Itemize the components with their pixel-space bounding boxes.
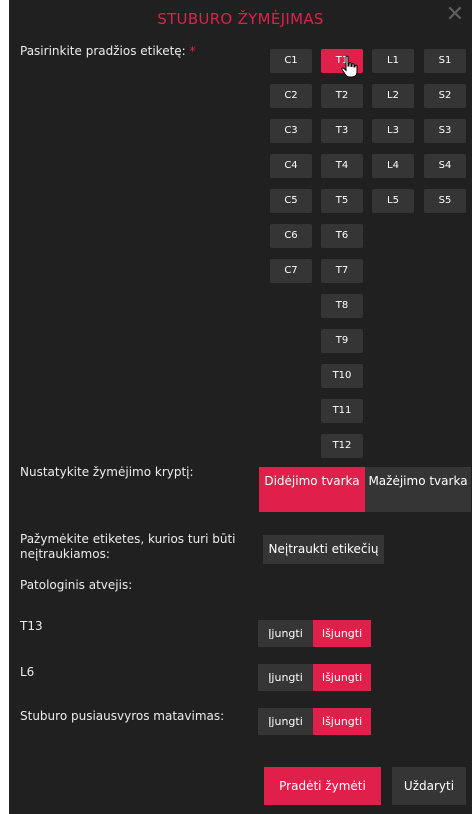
vertebra-button-t3[interactable]: T3 — [321, 119, 363, 143]
l6-off-button[interactable]: Išjungti — [313, 664, 371, 691]
spine-labeling-dialog: STUBURO ŽYMĖJIMAS ✕ Pasirinkite pradžios… — [9, 0, 472, 814]
vertebra-button-s4[interactable]: S4 — [424, 154, 466, 178]
vertebra-button-t10[interactable]: T10 — [321, 364, 363, 388]
direction-label: Nustatykite žymėjimo kryptį: — [20, 465, 194, 479]
close-button[interactable]: Uždaryti — [392, 767, 466, 805]
t13-off-button[interactable]: Išjungti — [313, 620, 371, 647]
start-label: Pasirinkite pradžios etiketę: — [20, 44, 186, 58]
vertebra-button-l1[interactable]: L1 — [372, 49, 414, 73]
vertebra-button-l4[interactable]: L4 — [372, 154, 414, 178]
vertebra-button-l3[interactable]: L3 — [372, 119, 414, 143]
t13-on-button[interactable]: Įjungti — [258, 620, 313, 647]
balance-off-button[interactable]: Išjungti — [313, 708, 371, 735]
ascending-order-button[interactable]: Didėjimo tvarka — [259, 467, 365, 512]
vertebra-button-t11[interactable]: T11 — [321, 399, 363, 423]
start-labeling-button[interactable]: Pradėti žymėti — [264, 767, 381, 805]
no-exclusion-button[interactable]: Neįtraukti etikečių — [263, 535, 384, 564]
vertebra-button-t8[interactable]: T8 — [321, 294, 363, 318]
vertebra-button-c7[interactable]: C7 — [270, 259, 312, 283]
vertebra-button-c3[interactable]: C3 — [270, 119, 312, 143]
vertebra-button-c6[interactable]: C6 — [270, 224, 312, 248]
required-mark: * — [189, 44, 196, 58]
start-label-text: Pasirinkite pradžios etiketę: * — [20, 44, 196, 59]
vertebra-button-t2[interactable]: T2 — [321, 84, 363, 108]
l6-label: L6 — [20, 665, 35, 679]
balance-on-button[interactable]: Įjungti — [258, 708, 313, 735]
vertebra-button-c1[interactable]: C1 — [270, 49, 312, 73]
dialog-title: STUBURO ŽYMĖJIMAS — [157, 10, 324, 28]
vertebra-button-c2[interactable]: C2 — [270, 84, 312, 108]
t13-label: T13 — [20, 619, 43, 633]
descending-order-button[interactable]: Mažėjimo tvarka — [365, 467, 471, 512]
pathology-label: Patologinis atvejis: — [20, 578, 133, 592]
balance-label: Stuburo pusiausvyros matavimas: — [20, 709, 225, 723]
vertebra-button-t4[interactable]: T4 — [321, 154, 363, 178]
vertebra-button-t9[interactable]: T9 — [321, 329, 363, 353]
l6-on-button[interactable]: Įjungti — [258, 664, 313, 691]
hand-cursor-icon — [341, 55, 358, 78]
vertebra-button-t12[interactable]: T12 — [321, 434, 363, 458]
vertebra-button-s5[interactable]: S5 — [424, 189, 466, 213]
vertebra-button-t5[interactable]: T5 — [321, 189, 363, 213]
exclude-label: Pažymėkite etiketes, kurios turi būti ne… — [20, 532, 236, 561]
close-icon[interactable]: ✕ — [444, 4, 466, 26]
vertebra-button-c5[interactable]: C5 — [270, 189, 312, 213]
vertebra-button-s1[interactable]: S1 — [424, 49, 466, 73]
vertebra-button-l5[interactable]: L5 — [372, 189, 414, 213]
vertebra-button-s2[interactable]: S2 — [424, 84, 466, 108]
vertebra-button-l2[interactable]: L2 — [372, 84, 414, 108]
vertebra-button-c4[interactable]: C4 — [270, 154, 312, 178]
vertebra-button-s3[interactable]: S3 — [424, 119, 466, 143]
vertebra-button-t7[interactable]: T7 — [321, 259, 363, 283]
vertebra-button-t6[interactable]: T6 — [321, 224, 363, 248]
